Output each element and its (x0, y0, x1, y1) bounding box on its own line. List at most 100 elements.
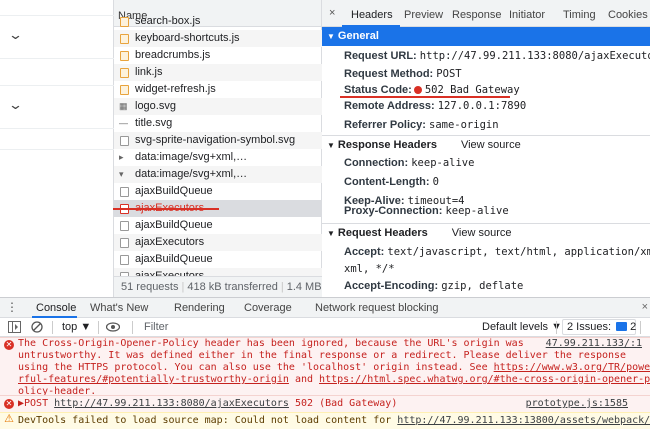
script-file-icon (120, 85, 129, 95)
request-name: ajaxBuildQueue (135, 219, 213, 231)
chevron-down-icon[interactable]: ⌄ (8, 27, 23, 43)
request-name: breadcrumbs.js (135, 49, 211, 61)
document-file-icon: ▾ (119, 169, 124, 179)
request-row[interactable]: breadcrumbs.js (114, 47, 322, 64)
clear-console-icon[interactable] (31, 321, 43, 333)
request-method[interactable]: ▶POST (18, 398, 48, 409)
tab-preview[interactable]: Preview (404, 9, 443, 21)
tab-coverage[interactable]: Coverage (244, 302, 292, 314)
request-row[interactable]: link.js (114, 64, 322, 81)
triangle-down-icon: ▼ (327, 32, 335, 41)
request-row[interactable]: keyboard-shortcuts.js (114, 30, 322, 47)
document-file-icon (120, 255, 129, 265)
script-file-icon (120, 51, 129, 61)
request-name: link.js (135, 66, 163, 78)
request-name: keyboard-shortcuts.js (135, 32, 240, 44)
details-tabbar: × Headers Preview Response Initiator Tim… (322, 0, 650, 27)
issue-icon (616, 322, 628, 331)
request-name: logo.svg (135, 100, 176, 112)
request-row[interactable]: ▸ data:image/svg+xml,… (114, 149, 322, 166)
request-row[interactable]: ▾ data:image/svg+xml,… (114, 166, 322, 183)
view-source-link[interactable]: View source (452, 227, 512, 239)
tab-initiator[interactable]: Initiator (509, 9, 545, 21)
tab-headers[interactable]: Headers (351, 9, 393, 21)
request-row[interactable]: ▦ logo.svg (114, 98, 322, 115)
request-name: data:image/svg+xml,… (135, 151, 248, 163)
console-drawer: ⋮ Console What's New Rendering Coverage … (0, 297, 650, 430)
transferred-size: 418 kB transferred (187, 281, 278, 293)
document-file-icon (120, 136, 129, 146)
message-text: untrustworthy. It was defined either in … (18, 350, 627, 361)
remote-address-row: Remote Address: 127.0.0.1:7890 (344, 96, 526, 116)
filter-input[interactable] (144, 319, 474, 335)
tab-rendering[interactable]: Rendering (174, 302, 225, 314)
header-value: 0 (432, 176, 439, 188)
request-row[interactable]: ajaxBuildQueue (114, 251, 322, 268)
message-line: rful-features/#potentially-trustworthy-o… (18, 374, 650, 386)
source-link[interactable]: 47.99.211.133/:1 (546, 338, 642, 350)
document-file-icon (120, 238, 129, 248)
request-name: svg-sprite-navigation-symbol.svg (135, 134, 296, 146)
log-levels-dropdown[interactable]: Default levels ▼ (482, 321, 562, 333)
issues-button[interactable]: 2 Issues: 2 (562, 319, 636, 335)
response-header-row: Content-Length: 0 (344, 172, 439, 192)
header-key: Referrer Policy: (344, 119, 426, 131)
image-file-icon: ▦ (119, 101, 128, 111)
drawer-tabbar: ⋮ Console What's New Rendering Coverage … (0, 298, 650, 318)
header-key: Content-Length: (344, 176, 430, 188)
message-text: using the HTTPS protocol. You can also u… (18, 362, 494, 373)
request-name: ajaxBuildQueue (135, 185, 213, 197)
document-file-icon: ▸ (119, 152, 124, 162)
chevron-down-icon[interactable]: ⌄ (8, 97, 23, 113)
header-value: text/javascript, text/html, application/… (387, 246, 650, 258)
triangle-down-icon: ▼ (327, 141, 335, 150)
message-text: The Cross-Origin-Opener-Policy header ha… (18, 338, 524, 349)
tab-whats-new[interactable]: What's New (90, 302, 148, 314)
context-selector[interactable]: top ▼ (62, 321, 91, 333)
close-icon[interactable]: × (329, 7, 335, 19)
section-title: Request Headers (337, 227, 428, 239)
request-url-link[interactable]: http://47.99.211.133:8080/ajaxExecutors (54, 398, 289, 409)
request-name: ajaxBuildQueue (135, 253, 213, 265)
page-sidebar-strip: ⌄ ⌄ (0, 0, 114, 297)
status-error-icon (413, 86, 422, 94)
tab-network-request-blocking[interactable]: Network request blocking (315, 302, 439, 314)
request-name: data:image/svg+xml,… (135, 168, 248, 180)
header-value: gzip, deflate (441, 280, 524, 292)
source-map-link[interactable]: http://47.99.211.133:13800/assets/webpac… (397, 415, 650, 426)
close-icon[interactable]: × (642, 301, 648, 313)
script-file-icon (120, 34, 129, 44)
view-source-link[interactable]: View source (461, 139, 521, 151)
header-key: Request URL: (344, 50, 417, 62)
source-link[interactable]: prototype.js:1585 (526, 398, 628, 410)
tab-response[interactable]: Response (452, 9, 502, 21)
request-headers-section-header[interactable]: ▼ Request Headers View source (322, 224, 650, 243)
section-title: General (337, 30, 379, 42)
tab-cookies[interactable]: Cookies (608, 9, 648, 21)
sidebar-toggle-icon[interactable] (8, 321, 21, 333)
image-file-icon: — (119, 118, 128, 128)
request-row[interactable]: widget-refresh.js (114, 81, 322, 98)
message-text: and (288, 374, 320, 385)
tab-console[interactable]: Console (36, 302, 76, 314)
console-toolbar: top ▼ Default levels ▼ 2 Issues: 2 (0, 318, 650, 337)
general-section-header[interactable]: ▼ General (322, 27, 650, 46)
request-details-panel: × Headers Preview Response Initiator Tim… (322, 0, 650, 297)
request-row[interactable]: ajaxBuildQueue (114, 217, 322, 234)
request-row[interactable]: search-box.js (114, 13, 322, 30)
response-header-row: Proxy-Connection: keep-alive (344, 201, 509, 221)
request-row[interactable]: — title.svg (114, 115, 322, 132)
request-row[interactable]: ajaxExecutors (114, 234, 322, 251)
issues-label: 2 Issues: (567, 321, 612, 333)
triangle-down-icon: ▼ (327, 229, 335, 238)
more-options-icon[interactable]: ⋮ (6, 300, 18, 314)
request-row[interactable]: svg-sprite-navigation-symbol.svg (114, 132, 322, 149)
request-row[interactable]: ajaxBuildQueue (114, 183, 322, 200)
header-value: POST (436, 68, 462, 80)
tab-timing[interactable]: Timing (563, 9, 596, 21)
spec-link[interactable]: https://html.spec.whatwg.org/#the-cross-… (319, 374, 650, 385)
network-request-list: Name search-box.js keyboard-shortcuts.js b… (114, 0, 322, 297)
spec-link[interactable]: rful-features/#potentially-trustworthy-o… (18, 374, 289, 385)
spec-link[interactable]: https://www.w3.org/TR/powe (494, 362, 650, 373)
eye-icon[interactable] (106, 322, 120, 332)
